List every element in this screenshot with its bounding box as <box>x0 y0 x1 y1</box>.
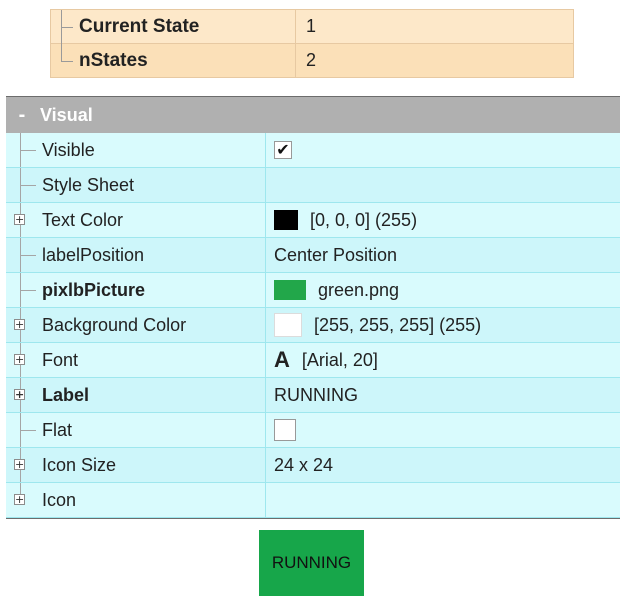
property-value-cell[interactable]: [255, 255, 255] (255) <box>266 308 620 342</box>
property-name: Text Color <box>42 209 124 230</box>
property-name: nStates <box>51 27 296 77</box>
property-name-cell: labelPosition <box>6 238 266 272</box>
tree-branch <box>20 255 36 256</box>
property-row-visible[interactable]: Visible ✔ <box>6 133 620 168</box>
tree-branch <box>20 150 36 151</box>
property-row-label-position[interactable]: labelPosition Center Position <box>6 238 620 273</box>
collapse-icon[interactable]: - <box>10 104 34 127</box>
property-value: [0, 0, 0] (255) <box>310 209 418 230</box>
property-name: Style Sheet <box>42 174 135 195</box>
property-name: pixlbPicture <box>42 279 146 300</box>
property-row-flat[interactable]: Flat <box>6 413 620 448</box>
state-row-nstates[interactable]: nStates 2 <box>51 27 573 78</box>
property-value[interactable]: Center Position <box>266 238 620 272</box>
property-row-icon[interactable]: + Icon <box>6 483 620 518</box>
property-row-style-sheet[interactable]: Style Sheet <box>6 168 620 203</box>
property-name: Label <box>42 384 90 405</box>
property-name: Icon <box>42 489 77 510</box>
flat-checkbox[interactable] <box>274 419 296 441</box>
property-name: Visible <box>42 139 95 160</box>
expand-icon[interactable]: + <box>14 494 25 505</box>
property-name: Background Color <box>42 314 187 335</box>
property-name-cell: Visible <box>6 133 266 167</box>
group-title: Visual <box>40 104 93 125</box>
property-row-icon-size[interactable]: + Icon Size 24 x 24 <box>6 448 620 483</box>
color-swatch[interactable] <box>274 313 302 337</box>
property-name: Current State <box>51 10 296 43</box>
expand-icon[interactable]: + <box>14 459 25 470</box>
property-name: labelPosition <box>42 244 145 265</box>
running-preview-button[interactable]: RUNNING <box>259 530 364 596</box>
property-name-cell: + Icon Size <box>6 448 266 482</box>
property-rows: Visible ✔ Style Sheet + Text Color [0, 0… <box>6 133 620 518</box>
property-value-cell[interactable]: A [Arial, 20] <box>266 343 620 377</box>
property-name-cell: + Background Color <box>6 308 266 342</box>
tree-branch <box>20 290 36 291</box>
tree-branch <box>20 430 36 431</box>
property-name-cell: + Text Color <box>6 203 266 237</box>
font-icon: A <box>274 347 290 372</box>
property-value: green.png <box>318 279 400 300</box>
image-thumbnail <box>274 280 306 300</box>
property-name-cell: pixlbPicture <box>6 273 266 307</box>
property-value: [255, 255, 255] (255) <box>314 314 482 335</box>
state-table: Current State 1 nStates 2 <box>50 9 574 78</box>
property-name: Icon Size <box>42 454 117 475</box>
property-row-font[interactable]: + Font A [Arial, 20] <box>6 343 620 378</box>
property-name-cell: + Label <box>6 378 266 412</box>
property-name-cell: + Icon <box>6 483 266 517</box>
property-name-cell: + Font <box>6 343 266 377</box>
property-grid: - Visual Visible ✔ Style Sheet + Text Co… <box>6 96 620 519</box>
color-swatch[interactable] <box>274 210 298 230</box>
property-value[interactable]: 2 <box>296 44 573 77</box>
expand-icon[interactable]: + <box>14 389 25 400</box>
property-value-cell[interactable]: ✔ <box>266 133 620 167</box>
property-name-cell: Style Sheet <box>6 168 266 202</box>
property-name: Font <box>42 349 79 370</box>
property-row-background-color[interactable]: + Background Color [255, 255, 255] (255) <box>6 308 620 343</box>
property-name-cell: Flat <box>6 413 266 447</box>
expand-icon[interactable]: + <box>14 214 25 225</box>
property-value[interactable]: 1 <box>296 10 573 43</box>
property-row-pixlbpicture[interactable]: pixlbPicture green.png <box>6 273 620 308</box>
property-value-cell[interactable]: green.png <box>266 273 620 307</box>
property-value: [Arial, 20] <box>301 349 378 370</box>
property-row-label[interactable]: + Label RUNNING <box>6 378 620 413</box>
property-value-cell[interactable] <box>266 413 620 447</box>
property-name: Flat <box>42 419 73 440</box>
property-value[interactable] <box>266 168 620 202</box>
expand-icon[interactable]: + <box>14 319 25 330</box>
property-value[interactable] <box>266 483 620 517</box>
property-value-cell[interactable]: [0, 0, 0] (255) <box>266 203 620 237</box>
state-row-current-state[interactable]: Current State 1 <box>51 10 573 44</box>
property-row-text-color[interactable]: + Text Color [0, 0, 0] (255) <box>6 203 620 238</box>
tree-branch <box>20 185 36 186</box>
property-value[interactable]: 24 x 24 <box>266 448 620 482</box>
property-value[interactable]: RUNNING <box>266 378 620 412</box>
expand-icon[interactable]: + <box>14 354 25 365</box>
visual-group-header[interactable]: - Visual <box>6 97 620 133</box>
visible-checkbox[interactable]: ✔ <box>274 141 292 159</box>
